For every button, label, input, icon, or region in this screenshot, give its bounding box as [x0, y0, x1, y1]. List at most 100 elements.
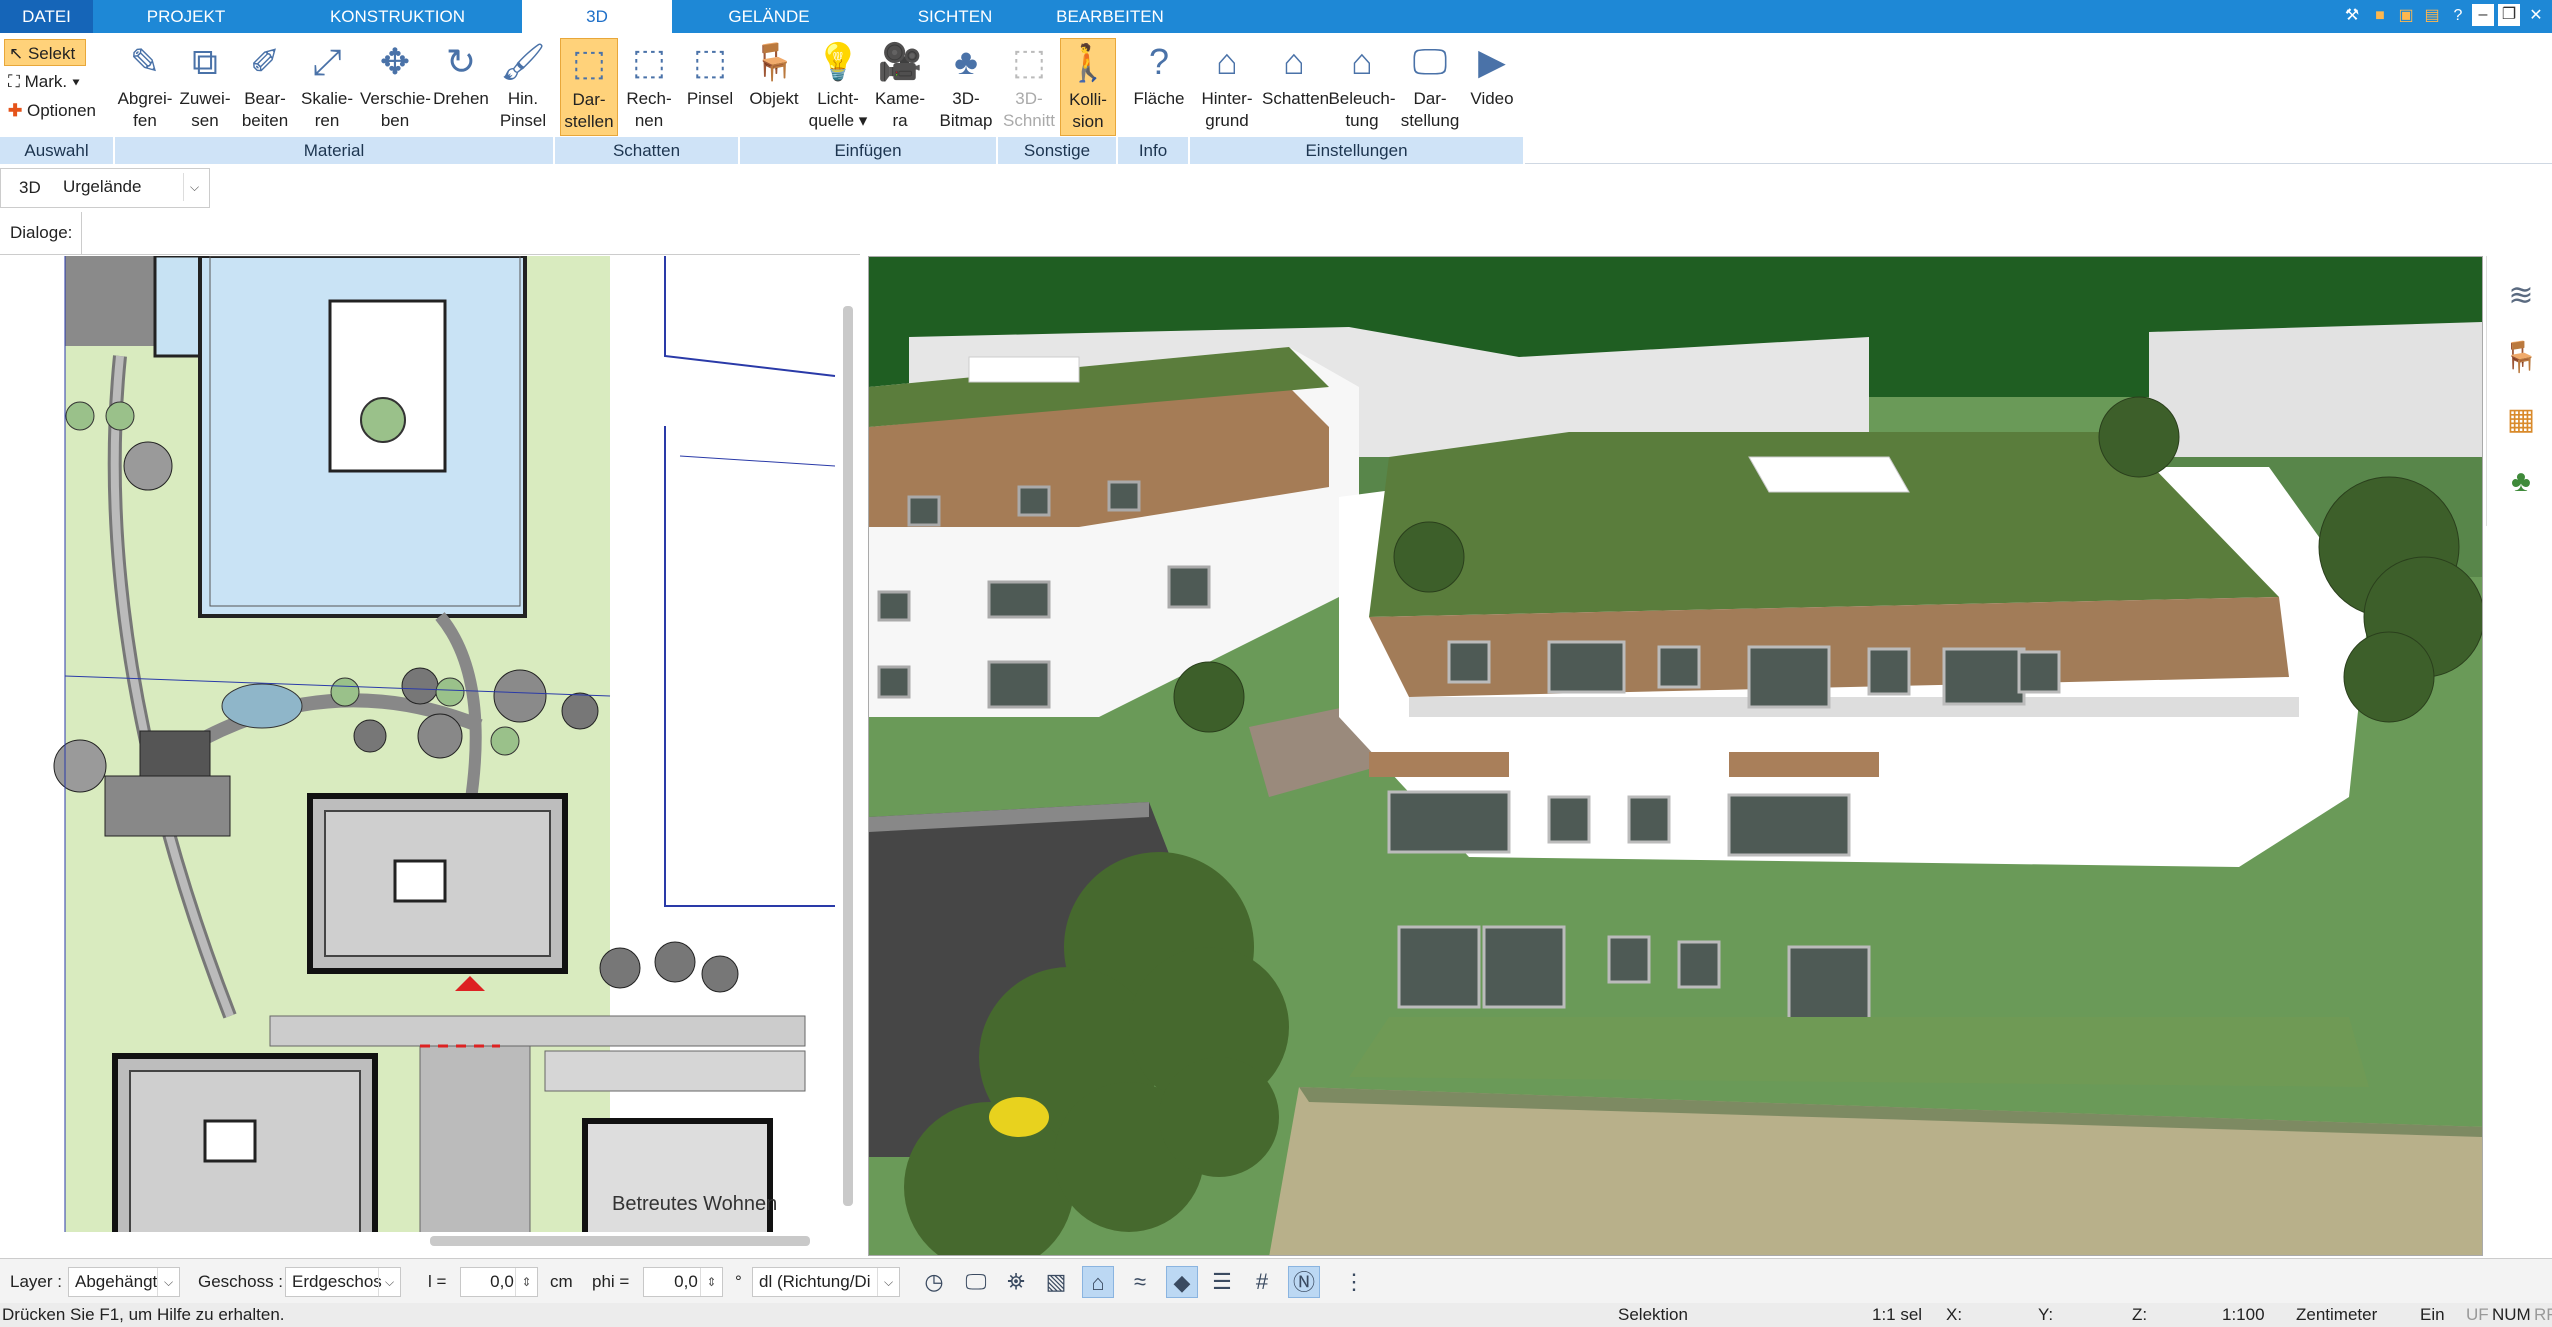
phi-value: 0,0	[674, 1272, 698, 1291]
camera-path-icon[interactable]: ⛯	[1000, 1266, 1032, 1298]
einfuegen-lichtquelle-button[interactable]: 💡 Licht-quelle ▾	[808, 38, 868, 136]
material-zuweisen-button[interactable]: ⧉ Zuwei-sen	[175, 38, 235, 136]
furniture-chair-icon[interactable]: 🪑	[2501, 338, 2541, 378]
selekt-button[interactable]: ↖ Selekt	[4, 39, 86, 66]
ribbon-button-label-2: ben	[380, 111, 410, 130]
ribbon-button-label-1: Skalie-	[301, 89, 353, 108]
tab-konstruktion[interactable]: KONSTRUKTION	[295, 0, 500, 33]
lighting-house-icon: ⌂	[1351, 41, 1373, 82]
sonstige-kollision-button[interactable]: 🚶 Kolli-sion	[1060, 38, 1116, 136]
schatten-darstellen-button[interactable]: ⬚ Dar-stellen	[560, 38, 618, 136]
einstellungen-video-button[interactable]: ▶ Video	[1464, 38, 1520, 136]
tab-datei[interactable]: DATEI	[0, 0, 93, 33]
more-options-icon[interactable]: ⋮	[1338, 1266, 1370, 1298]
einstellungen-schatten-button[interactable]: ⌂ Schatten	[1262, 38, 1329, 136]
plants-tree-icon[interactable]: ♣	[2501, 462, 2541, 502]
mark-button[interactable]: ⛶ Mark. ▾	[4, 68, 86, 95]
status-scale: 1:100	[2222, 1305, 2265, 1324]
ribbon-button-label-1: Kolli-	[1069, 90, 1107, 109]
length-value: 0,0	[490, 1272, 514, 1291]
material-hinpinsel-button[interactable]: 🖌 Hin. Pinsel	[493, 38, 553, 136]
ribbon-button-label-2: stellen	[564, 112, 614, 131]
status-x: X:	[1946, 1305, 1963, 1324]
status-mode: Selektion	[1618, 1305, 1688, 1324]
einstellungen-beleuchtung-button[interactable]: ⌂ Beleuch-tung	[1328, 38, 1396, 136]
furniture-view-icon[interactable]: ▧	[1040, 1266, 1072, 1298]
tab-gelaende[interactable]: GELÄNDE	[690, 0, 848, 33]
geschoss-select[interactable]: Erdgeschos ⌵	[285, 1267, 401, 1297]
material-skalieren-button[interactable]: ⤢ Skalie-ren	[295, 38, 359, 136]
ribbon-button-label-1: Hin.	[507, 89, 539, 108]
length-input[interactable]: 0,0 ⇕	[460, 1267, 538, 1297]
ribbon-button-label-1: Drehen	[433, 89, 489, 108]
window-icon[interactable]: ▣	[2394, 4, 2418, 28]
einstellungen-hintergrund-button[interactable]: ⌂ Hinter-grund	[1195, 38, 1259, 136]
calc-cube-icon: ⬚	[631, 41, 666, 82]
clipboard-icon[interactable]: ■	[2368, 4, 2392, 28]
terrain-select[interactable]: Urgelände ⌵	[57, 173, 205, 203]
tab-3d[interactable]: 3D	[522, 0, 672, 35]
plane-view-icon[interactable]: ◆	[1166, 1266, 1198, 1298]
sonstige-3dschnitt-button[interactable]: ⬚ 3D- Schnitt	[1000, 38, 1058, 136]
background-house-icon: ⌂	[1216, 41, 1238, 82]
group-label-einfuegen: Einfügen	[740, 137, 998, 164]
status-ein: Ein	[2420, 1305, 2445, 1324]
layers-icon[interactable]: ≋	[2501, 276, 2541, 316]
dialoge-label: Dialoge:	[0, 212, 82, 254]
plan-view-2d[interactable]: Betreutes Wohnen	[0, 256, 860, 1232]
plan-vertical-scrollbar[interactable]	[843, 306, 853, 1206]
ribbon-button-label-2: beiten	[241, 111, 289, 130]
tree-icon: ♣	[954, 41, 978, 82]
ribbon-button-label-1: Dar-	[572, 90, 606, 109]
schatten-pinsel-button[interactable]: ⬚ Pinsel	[680, 38, 740, 136]
plus-icon: ✚	[8, 101, 23, 120]
north-compass-icon[interactable]: Ⓝ	[1288, 1266, 1320, 1298]
materials-palette-icon[interactable]: ▦	[2501, 400, 2541, 440]
tab-sichten[interactable]: SICHTEN	[880, 0, 1030, 33]
clock-icon[interactable]: ◷	[918, 1266, 950, 1298]
status-num: NUM	[2492, 1305, 2531, 1324]
grid-icon[interactable]: #	[1246, 1266, 1278, 1298]
einfuegen-3dbitmap-button[interactable]: ♣ 3D- Bitmap	[935, 38, 997, 136]
stepper-icon[interactable]: ⇕	[700, 1268, 722, 1296]
play-icon: ▶	[1478, 41, 1506, 82]
material-drehen-button[interactable]: ↻ Drehen	[430, 38, 492, 136]
viewport-3d[interactable]	[868, 256, 2483, 1256]
close-button[interactable]: ✕	[2524, 4, 2548, 28]
phi-unit: °	[735, 1272, 742, 1291]
status-y: Y:	[2038, 1305, 2054, 1324]
tab-projekt[interactable]: PROJEKT	[110, 0, 262, 33]
restore-button[interactable]: ❐	[2498, 4, 2520, 26]
einfuegen-kamera-button[interactable]: 🎥 Kame-ra	[870, 38, 930, 136]
layer-select[interactable]: Abgehängt ⌵	[68, 1267, 180, 1297]
direction-select[interactable]: dl (Richtung/Di ⌵	[752, 1267, 900, 1297]
layout-icon[interactable]: ▤	[2420, 4, 2444, 28]
optionen-button[interactable]: ✚ Optionen	[4, 97, 114, 124]
terrain-view-icon[interactable]: ≈	[1124, 1266, 1156, 1298]
help-icon[interactable]: ?	[2446, 4, 2470, 28]
material-abgreifen-button[interactable]: ✎ Abgrei-fen	[115, 38, 175, 136]
einstellungen-darstellung-button[interactable]: 🖵 Dar-stellung	[1398, 38, 1462, 136]
layers-stack-icon[interactable]: ☰	[1206, 1266, 1238, 1298]
chevron-down-icon: ⌵	[877, 1268, 899, 1296]
phi-input[interactable]: 0,0 ⇕	[643, 1267, 723, 1297]
einfuegen-objekt-button[interactable]: 🪑 Objekt	[745, 38, 803, 136]
info-fläche-button[interactable]: ? Fläche	[1128, 38, 1190, 136]
mode-label: 3D	[19, 178, 41, 197]
roof-view-icon[interactable]: ⌂	[1082, 1266, 1114, 1298]
ribbon-button-label-1: Licht-	[817, 89, 859, 108]
tab-bearbeiten[interactable]: BEARBEITEN	[1040, 0, 1180, 33]
material-bearbeiten-button[interactable]: ✐ Bear-beiten	[235, 38, 295, 136]
stepper-icon[interactable]: ⇕	[515, 1268, 537, 1296]
cube-icon: ⬚	[571, 42, 606, 83]
plan-horizontal-scrollbar[interactable]	[430, 1236, 810, 1246]
ribbon-button-label-2: Schnitt	[1003, 111, 1055, 130]
status-z: Z:	[2132, 1305, 2148, 1324]
divider	[0, 254, 860, 255]
minimize-button[interactable]: –	[2472, 4, 2494, 26]
schatten-rechnen-button[interactable]: ⬚ Rech-nen	[620, 38, 678, 136]
monitor-sun-icon[interactable]: 🖵	[960, 1266, 992, 1298]
geschoss-label: Geschoss :	[198, 1272, 284, 1291]
tools-icon[interactable]: ⚒	[2340, 4, 2364, 28]
material-verschieben-button[interactable]: ✥ Verschie-ben	[360, 38, 431, 136]
